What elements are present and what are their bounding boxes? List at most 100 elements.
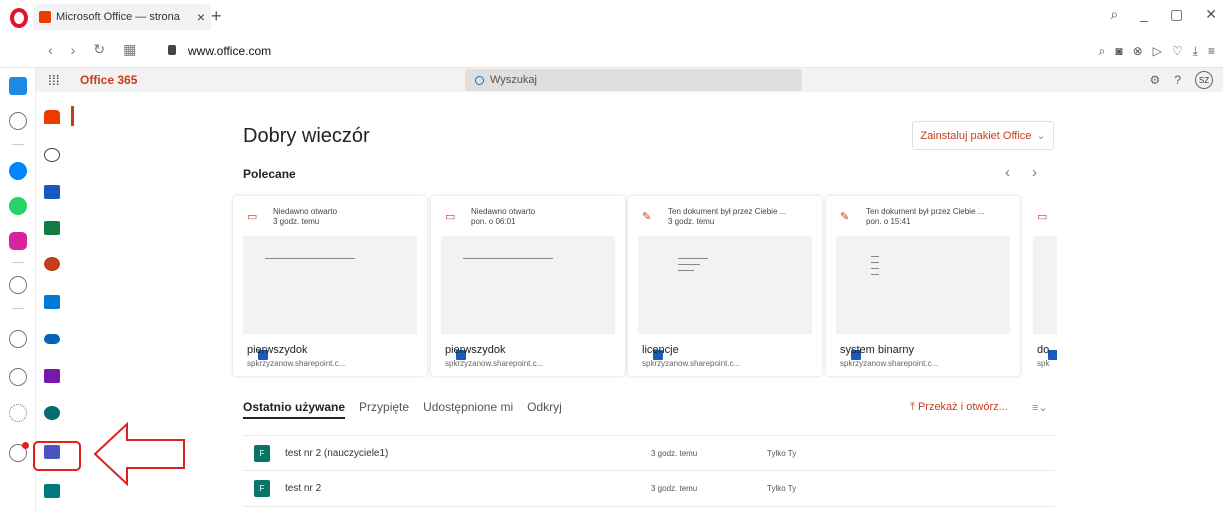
file-name: test nr 2 xyxy=(285,483,322,494)
search-input[interactable]: Wyszukaj xyxy=(465,69,802,91)
chevron-left-icon[interactable]: ‹ xyxy=(1005,164,1010,181)
tab-shared[interactable]: Udostępnione mi xyxy=(423,400,513,419)
nav-buttons: ‹ › ↻ ▦ xyxy=(48,41,136,58)
whatsapp-icon[interactable] xyxy=(9,197,27,215)
file-time: 3 godz. temu xyxy=(651,484,698,493)
back-icon[interactable]: ‹ xyxy=(48,42,53,58)
app-launcher-icon[interactable]: ⁞⁞⁞ xyxy=(48,72,60,88)
recommended-card[interactable]: ▭ do spk xyxy=(1023,196,1057,376)
heart-icon[interactable]: ♡ xyxy=(1172,44,1183,59)
card-site: spk xyxy=(1037,359,1050,368)
active-indicator xyxy=(71,106,74,126)
onenote-icon[interactable] xyxy=(44,369,60,383)
table-row[interactable]: F test nr 2 (nauczyciele1) 3 godz. temu … xyxy=(243,435,1055,471)
forms-icon: F xyxy=(254,445,270,462)
recommended-title: Polecane xyxy=(243,167,296,181)
block-icon[interactable]: ⊗ xyxy=(1133,44,1143,59)
heart-icon[interactable] xyxy=(9,330,27,348)
card-name: licencje xyxy=(642,344,679,356)
card-site: spkrzyzanow.sharepoint.c... xyxy=(247,359,346,368)
card-name: do xyxy=(1037,344,1050,356)
speed-dial-icon[interactable]: ▦ xyxy=(123,41,136,58)
settings-icon[interactable] xyxy=(9,404,27,422)
tab-title: Microsoft Office — strona xyxy=(56,11,180,23)
search-tabs-icon[interactable]: ⌕ xyxy=(1110,6,1118,23)
document-preview xyxy=(441,236,615,360)
document-preview xyxy=(243,236,417,360)
document-preview xyxy=(638,236,812,360)
close-window-icon[interactable]: ✕ xyxy=(1205,6,1217,23)
header-tools: ⚙ ? SZ xyxy=(1150,71,1213,89)
lock-icon[interactable] xyxy=(168,45,176,55)
home-icon[interactable] xyxy=(44,110,60,124)
help-icon[interactable]: ? xyxy=(1174,73,1181,87)
document-preview xyxy=(836,236,1010,360)
menu-icon[interactable]: ≡ xyxy=(1208,44,1215,59)
tab-recent[interactable]: Ostatnio używane xyxy=(243,400,346,419)
sort-icon[interactable]: ≡⌄ xyxy=(1032,401,1048,414)
file-owner: Tylko Ty xyxy=(767,484,797,493)
browser-tab[interactable]: Microsoft Office — strona × xyxy=(33,4,211,30)
sway-icon[interactable] xyxy=(44,484,60,498)
card-clip: ▭ do spk xyxy=(1023,196,1057,376)
create-icon[interactable] xyxy=(44,148,60,162)
camera-icon[interactable]: ◙ xyxy=(1115,44,1122,59)
brand-title[interactable]: Office 365 xyxy=(80,73,137,87)
recommended-card[interactable]: ▭ Niedawno otwarto 3 godz. temu pierwszyd… xyxy=(233,196,427,376)
office-header: ⁞⁞⁞ Office 365 Wyszukaj ⚙ ? SZ xyxy=(36,68,1223,92)
chevron-right-icon[interactable]: › xyxy=(1032,164,1037,181)
url-field[interactable]: www.office.com xyxy=(188,44,271,58)
new-tab-button[interactable]: + xyxy=(211,6,222,27)
home-icon[interactable] xyxy=(9,77,27,95)
tab-discover[interactable]: Odkryj xyxy=(527,400,562,419)
install-office-button[interactable]: Zainstaluj pakiet Office ⌄ xyxy=(912,121,1054,150)
avatar[interactable]: SZ xyxy=(1195,71,1213,89)
pencil-icon: ✎ xyxy=(840,211,850,223)
powerpoint-icon[interactable] xyxy=(44,257,60,271)
gear-icon[interactable]: ⚙ xyxy=(1150,73,1161,87)
word-icon[interactable] xyxy=(44,185,60,199)
table-row[interactable]: F test nr 2 3 godz. temu Tylko Ty xyxy=(243,471,1055,507)
chevron-down-icon: ⌄ xyxy=(1036,130,1046,142)
star-icon[interactable] xyxy=(9,112,27,130)
excel-icon[interactable] xyxy=(44,221,60,235)
card-name: system binarny xyxy=(840,344,914,356)
recommended-card[interactable]: ✎ Ten dokument był przez Ciebie ... 3 god… xyxy=(628,196,822,376)
minimize-icon[interactable]: _ xyxy=(1140,6,1148,23)
forward-icon[interactable]: › xyxy=(71,42,76,58)
reload-icon[interactable]: ↻ xyxy=(93,41,105,58)
carousel-controls: ‹ › xyxy=(1005,164,1037,181)
card-name: pierwszydok xyxy=(445,344,506,356)
send-icon[interactable] xyxy=(9,276,27,294)
annotation-arrow xyxy=(93,421,185,487)
recommended-card[interactable]: ▭ Niedawno otwarto pon. o 06:01 pierwszyd… xyxy=(431,196,625,376)
upload-button[interactable]: ⤒ Przekaż i otwórz... xyxy=(910,401,1008,414)
history-icon[interactable] xyxy=(9,368,27,386)
tab-pinned[interactable]: Przypięte xyxy=(359,400,409,419)
tab-close-icon[interactable]: × xyxy=(197,9,205,25)
outlook-icon[interactable] xyxy=(44,295,60,309)
file-time: 3 godz. temu xyxy=(651,449,698,458)
office-favicon-icon xyxy=(39,11,51,23)
sharepoint-icon[interactable] xyxy=(44,406,60,420)
divider xyxy=(12,308,24,309)
card-name: pierwszydok xyxy=(247,344,308,356)
snapshot-icon[interactable]: ▢ xyxy=(1170,6,1183,23)
search-icon[interactable]: ⌕ xyxy=(1099,44,1106,59)
instagram-icon[interactable] xyxy=(9,232,27,250)
file-name: test nr 2 (nauczyciele1) xyxy=(285,448,389,459)
card-site: spkrzyzanow.sharepoint.c... xyxy=(445,359,544,368)
messenger-icon[interactable] xyxy=(9,162,27,180)
card-reason: Ten dokument był przez Ciebie ... pon. o … xyxy=(866,207,985,226)
card-site: spkrzyzanow.sharepoint.c... xyxy=(840,359,939,368)
browser-tab-strip: Microsoft Office — strona × + ⌕ _ ▢ ✕ xyxy=(0,0,1223,36)
file-owner: Tylko Ty xyxy=(767,449,797,458)
card-reason: Niedawno otwarto 3 godz. temu xyxy=(273,207,338,226)
download-icon[interactable]: ⤓ xyxy=(1193,44,1198,59)
opera-logo-icon[interactable] xyxy=(10,8,28,28)
play-icon[interactable]: ▷ xyxy=(1153,44,1162,59)
onedrive-icon[interactable] xyxy=(44,334,60,344)
recommended-card[interactable]: ✎ Ten dokument był przez Ciebie ... pon. … xyxy=(826,196,1020,376)
card-site: spkrzyzanow.sharepoint.c... xyxy=(642,359,741,368)
folder-icon: ▭ xyxy=(247,211,258,223)
